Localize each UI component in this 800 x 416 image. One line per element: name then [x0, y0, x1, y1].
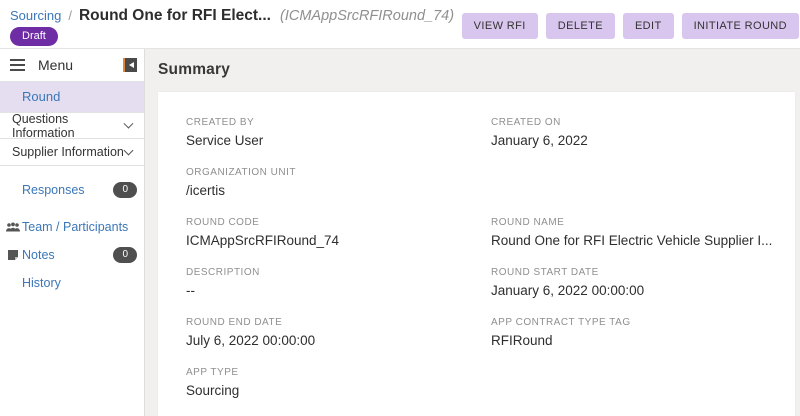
field-value: January 6, 2022 [491, 133, 772, 148]
field-value: Sourcing [186, 383, 491, 398]
summary-card: CREATED BY Service User CREATED ON Janua… [158, 92, 795, 416]
sidebar-menu-title: Menu [38, 57, 73, 73]
page-title: Round One for RFI Elect... [79, 7, 271, 25]
accordion-label: Supplier Information [12, 145, 124, 159]
hamburger-icon[interactable] [10, 59, 25, 71]
collapse-sidebar-icon[interactable] [123, 58, 137, 72]
field-value: ICMAppSrcRFIRound_74 [186, 233, 491, 248]
field-empty-cell [491, 367, 772, 398]
main-content: Summary CREATED BY Service User CREATED … [145, 49, 800, 416]
top-header: Sourcing / Round One for RFI Elect... (I… [0, 0, 800, 49]
field-value: RFIRound [491, 333, 772, 348]
field-empty-cell [491, 167, 772, 198]
field-round-name: ROUND NAME Round One for RFI Electric Ve… [491, 217, 772, 248]
view-rfi-button[interactable]: VIEW RFI [462, 13, 538, 39]
notes-count-badge: 0 [113, 247, 137, 263]
accordion-label: Questions Information [12, 112, 125, 140]
field-organization-unit: ORGANIZATION UNIT /icertis [186, 167, 491, 198]
field-created-by: CREATED BY Service User [186, 117, 491, 148]
summary-fields-grid: CREATED BY Service User CREATED ON Janua… [186, 117, 767, 398]
sidebar-item-label: Team / Participants [22, 220, 128, 234]
field-round-start-date: ROUND START DATE January 6, 2022 00:00:0… [491, 267, 772, 298]
sidebar-accordion-supplier-information[interactable]: Supplier Information [0, 139, 144, 166]
sidebar-item-label: Responses [22, 183, 85, 197]
action-button-group: VIEW RFI DELETE EDIT INITIATE ROUND [462, 13, 799, 39]
chevron-down-icon [124, 145, 134, 155]
initiate-round-button[interactable]: INITIATE ROUND [682, 13, 799, 39]
field-value: Round One for RFI Electric Vehicle Suppl… [491, 233, 772, 248]
field-round-code: ROUND CODE ICMAppSrcRFIRound_74 [186, 217, 491, 248]
field-label: APP TYPE [186, 367, 491, 378]
field-app-type: APP TYPE Sourcing [186, 367, 491, 398]
field-value: /icertis [186, 183, 491, 198]
field-value: -- [186, 283, 491, 298]
sidebar-item-responses[interactable]: Responses 0 [0, 180, 144, 200]
breadcrumb-app-link[interactable]: Sourcing [10, 8, 61, 23]
field-created-on: CREATED ON January 6, 2022 [491, 117, 772, 148]
app-window: Sourcing / Round One for RFI Elect... (I… [0, 0, 800, 416]
field-label: ORGANIZATION UNIT [186, 167, 491, 178]
sidebar: Menu Round Questions Information Supplie… [0, 49, 145, 416]
field-value: Service User [186, 133, 491, 148]
sidebar-item-label: Notes [22, 248, 55, 262]
note-icon [4, 249, 22, 261]
sidebar-item-history[interactable]: History [0, 273, 144, 293]
sidebar-accordion-questions-information[interactable]: Questions Information [0, 112, 144, 139]
field-label: APP CONTRACT TYPE TAG [491, 317, 772, 328]
field-label: DESCRIPTION [186, 267, 491, 278]
breadcrumb: Sourcing / Round One for RFI Elect... (I… [10, 7, 454, 25]
sidebar-item-label: History [22, 276, 61, 290]
field-description: DESCRIPTION -- [186, 267, 491, 298]
field-label: CREATED ON [491, 117, 772, 128]
field-label: CREATED BY [186, 117, 491, 128]
field-label: ROUND END DATE [186, 317, 491, 328]
status-badge: Draft [10, 27, 58, 46]
field-label: ROUND START DATE [491, 267, 772, 278]
section-title: Summary [158, 61, 795, 79]
field-round-end-date: ROUND END DATE July 6, 2022 00:00:00 [186, 317, 491, 348]
field-value: July 6, 2022 00:00:00 [186, 333, 491, 348]
sidebar-item-team-participants[interactable]: Team / Participants [0, 217, 144, 237]
sidebar-menu-header: Menu [0, 49, 144, 82]
edit-button[interactable]: EDIT [623, 13, 674, 39]
page-code: (ICMAppSrcRFIRound_74) [280, 8, 454, 24]
sidebar-item-notes[interactable]: Notes 0 [0, 245, 144, 265]
field-app-contract-type-tag: APP CONTRACT TYPE TAG RFIRound [491, 317, 772, 348]
field-value: January 6, 2022 00:00:00 [491, 283, 772, 298]
people-icon [4, 222, 22, 233]
field-label: ROUND CODE [186, 217, 491, 228]
sidebar-item-round[interactable]: Round [0, 82, 144, 112]
responses-count-badge: 0 [113, 182, 137, 198]
field-label: ROUND NAME [491, 217, 772, 228]
delete-button[interactable]: DELETE [546, 13, 615, 39]
breadcrumb-separator: / [68, 8, 72, 23]
